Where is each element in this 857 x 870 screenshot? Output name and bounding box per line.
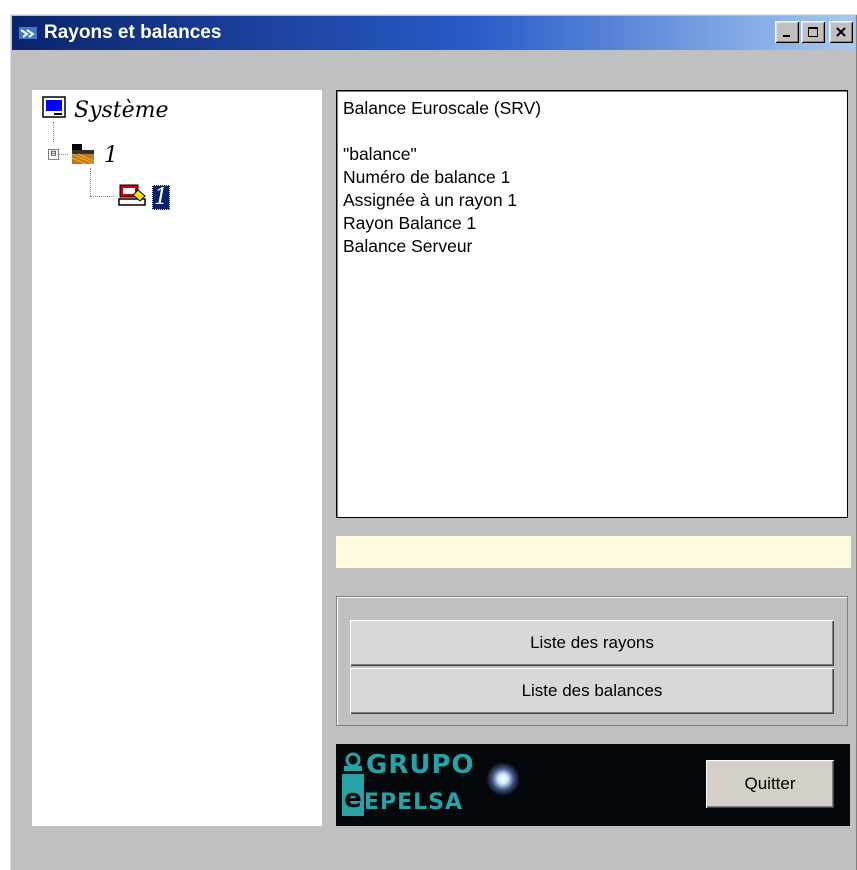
info-textbox[interactable]: Balance Euroscale (SRV) "balance" Numéro… xyxy=(336,90,848,518)
department-icon xyxy=(70,140,96,171)
button-group: Liste des rayons Liste des balances xyxy=(336,596,848,726)
status-field xyxy=(336,536,851,568)
tree-connector xyxy=(90,196,114,197)
info-line: Balance Serveur xyxy=(343,236,473,256)
scale-icon xyxy=(118,182,148,213)
logo-banner: e GRUPO EPELSA Quitter xyxy=(336,744,850,826)
info-line: Assignée à un rayon 1 xyxy=(343,190,518,210)
logo-glow xyxy=(486,762,520,796)
tree-item-label-selected: 1 xyxy=(152,185,170,210)
tree-expander[interactable]: ⊟ xyxy=(48,149,59,160)
tree-item-child[interactable]: 1 xyxy=(70,140,118,171)
quit-button[interactable]: Quitter xyxy=(706,760,834,808)
logo-text-grupo: GRUPO xyxy=(366,750,475,780)
list-rayons-button[interactable]: Liste des rayons xyxy=(350,620,834,666)
logo-text-epelsa: EPELSA xyxy=(364,790,464,815)
minimize-button[interactable] xyxy=(775,21,799,43)
tree-item-label-root: Système xyxy=(74,98,169,123)
tree-view[interactable]: Système ⊟ 1 1 xyxy=(32,90,322,826)
tree-connector xyxy=(58,154,68,155)
tree-item-grandchild[interactable]: 1 xyxy=(118,182,170,213)
svg-text:e: e xyxy=(344,784,362,814)
info-line: Numéro de balance 1 xyxy=(343,167,511,187)
title-buttons xyxy=(775,21,853,43)
tree-connector xyxy=(90,168,91,196)
list-balances-button[interactable]: Liste des balances xyxy=(350,668,834,714)
computer-icon xyxy=(42,96,66,125)
info-line: Rayon Balance 1 xyxy=(343,213,477,233)
info-line: "balance" xyxy=(343,144,417,164)
close-button[interactable] xyxy=(829,21,853,43)
main-window: Rayons et balances Système ⊟ 1 1 Balance… xyxy=(10,14,857,870)
info-line xyxy=(343,120,841,143)
tree-item-root[interactable]: Système xyxy=(42,96,169,125)
maximize-button[interactable] xyxy=(801,21,825,43)
tree-item-label-child: 1 xyxy=(104,143,118,168)
tree-connector xyxy=(53,122,54,142)
window-title: Rayons et balances xyxy=(44,22,222,43)
epelsa-logo-icon: e xyxy=(340,752,366,825)
info-line: Balance Euroscale (SRV) xyxy=(343,98,542,118)
app-icon xyxy=(18,23,38,43)
title-bar[interactable]: Rayons et balances xyxy=(12,16,855,50)
